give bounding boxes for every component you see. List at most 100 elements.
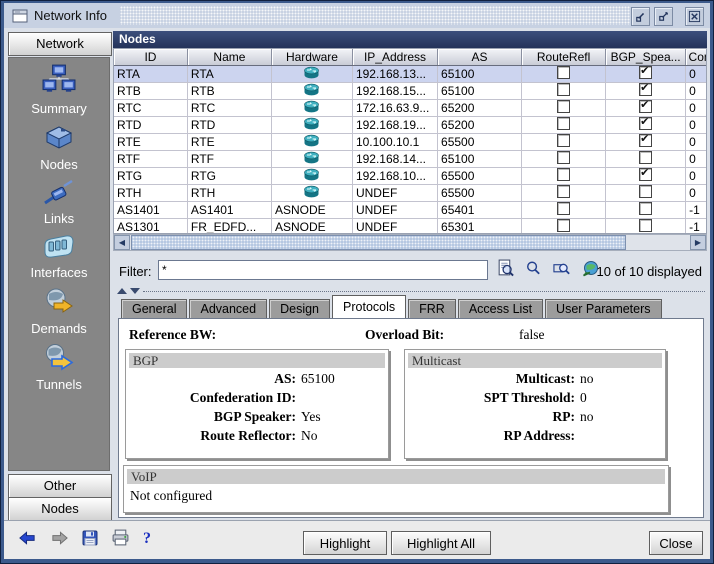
minimize-button[interactable] [631,7,650,26]
scrollbar-thumb[interactable] [131,235,626,250]
column-header-bgp-spea-[interactable]: BGP_Spea... [606,49,686,66]
field-label: AS: [128,369,296,388]
column-header-hardware[interactable]: Hardware [271,49,352,66]
bgp-speaker-checkbox[interactable] [639,151,652,164]
bgp-speaker-checkbox[interactable] [639,117,652,130]
bgp-speaker-checkbox[interactable] [639,185,652,198]
tab-frr[interactable]: FRR [408,299,456,318]
route-reflector-checkbox[interactable] [557,83,570,96]
route-reflector-checkbox[interactable] [557,134,570,147]
close-button[interactable]: Close [649,531,703,555]
horizontal-scrollbar[interactable]: ◀ ▶ [113,234,707,251]
cell-ip-address: UNDEF [352,202,437,219]
print-icon[interactable] [111,529,130,549]
nodes-panel-title: Nodes [113,31,707,48]
table-row[interactable]: RTARTA192.168.13...651000 [114,66,707,83]
highlight-all-button[interactable]: Highlight All [391,531,491,555]
column-header-routerefl[interactable]: RouteRefl [522,49,606,66]
tab-advanced[interactable]: Advanced [189,299,267,318]
cell-name: RTF [187,151,271,168]
filter-bar: Filter: 10 of 10 displayed [113,258,707,284]
footer-bar: ? Highlight Highlight All Close [4,520,710,559]
scroll-right-arrow[interactable]: ▶ [690,235,706,250]
title-bar[interactable]: Network Info [4,3,710,29]
sidebar-item-summary[interactable]: Summary [9,64,109,116]
bgp-speaker-checkbox[interactable] [639,202,652,215]
scroll-left-arrow[interactable]: ◀ [114,235,130,250]
help-icon[interactable]: ? [143,530,151,548]
table-row[interactable]: RTBRTB192.168.15...651000 [114,83,707,100]
route-reflector-checkbox[interactable] [557,151,570,164]
tab-general[interactable]: General [121,299,187,318]
bgp-speaker-checkbox[interactable] [639,219,652,232]
other-button[interactable]: Other [8,474,112,498]
save-icon[interactable] [82,530,98,549]
column-header-ip-address[interactable]: IP_Address [352,49,437,66]
cell-confederation: 0 [686,100,707,117]
tab-user-parameters[interactable]: User Parameters [545,299,661,318]
cell-ip-address: 192.168.15... [352,83,437,100]
tab-access-list[interactable]: Access List [458,299,543,318]
field-label: RP Address: [407,426,575,445]
cell-confederation: 0 [686,117,707,134]
detail-field: RP Address: [407,426,663,445]
cell-bgp-speaker [606,117,686,134]
sidebar-item-tunnels[interactable]: Tunnels [9,342,109,392]
bgp-speaker-checkbox[interactable] [639,100,652,113]
maximize-button[interactable] [654,7,673,26]
forward-icon[interactable] [50,531,69,548]
route-reflector-checkbox[interactable] [557,185,570,198]
highlight-button[interactable]: Highlight [303,531,387,555]
route-reflector-checkbox[interactable] [557,117,570,130]
column-header-confederati[interactable]: Confederati [686,49,707,66]
table-row[interactable]: RTCRTC172.16.63.9...652000 [114,100,707,117]
sidebar-item-nodes[interactable]: Nodes [9,122,109,172]
column-header-name[interactable]: Name [187,49,271,66]
back-icon[interactable] [18,531,37,548]
sidebar-item-interfaces[interactable]: Interfaces [9,232,109,280]
route-reflector-checkbox[interactable] [557,168,570,181]
cell-as: 65301 [438,219,522,235]
tab-protocols[interactable]: Protocols [332,295,406,318]
bgp-speaker-checkbox[interactable] [639,134,652,147]
splitter-down-icon[interactable] [130,288,140,294]
splitter[interactable] [113,287,707,295]
footer-nav-icons: ? [18,529,151,549]
table-row[interactable]: RTERTE10.100.10.1655000 [114,134,707,151]
field-value: Yes [296,407,321,426]
table-header-row: IDNameHardwareIP_AddressASRouteReflBGP_S… [114,49,707,66]
route-reflector-checkbox[interactable] [557,202,570,215]
tab-design[interactable]: Design [269,299,330,318]
table-row[interactable]: AS1301FR_EDFD...ASNODEUNDEF65301-1 [114,219,707,235]
table-row[interactable]: RTFRTF192.168.14...651000 [114,151,707,168]
sidebar-item-demands[interactable]: Demands [9,286,109,336]
route-reflector-checkbox[interactable] [557,219,570,232]
table-row[interactable]: RTDRTD192.168.19...652000 [114,117,707,134]
splitter-up-icon[interactable] [117,288,127,294]
route-reflector-checkbox[interactable] [557,100,570,113]
zoom-fit-icon[interactable] [552,260,571,280]
cell-as: 65500 [438,134,522,151]
find-in-table-icon[interactable] [496,259,515,281]
close-icon[interactable] [685,7,704,26]
table-row[interactable]: RTHRTHUNDEF655000 [114,185,707,202]
filter-label: Filter: [119,264,152,279]
cell-as: 65100 [438,66,522,83]
filter-input[interactable] [158,260,488,280]
bgp-speaker-checkbox[interactable] [639,83,652,96]
bgp-speaker-checkbox[interactable] [639,66,652,79]
router-icon [304,102,319,116]
column-header-as[interactable]: AS [438,49,522,66]
bgp-speaker-checkbox[interactable] [639,168,652,181]
zoom-icon[interactable] [525,260,542,280]
column-header-id[interactable]: ID [114,49,187,66]
table-row[interactable]: AS1401AS1401ASNODEUNDEF65401-1 [114,202,707,219]
cell-hardware [271,117,352,134]
table-row[interactable]: RTGRTG192.168.10...655000 [114,168,707,185]
sidebar-item-links[interactable]: Links [9,178,109,226]
network-button[interactable]: Network [8,32,112,56]
cell-id: AS1301 [114,219,187,235]
cell-confederation: 0 [686,168,707,185]
sidebar-nodes-button[interactable]: Nodes [8,497,112,521]
route-reflector-checkbox[interactable] [557,66,570,79]
